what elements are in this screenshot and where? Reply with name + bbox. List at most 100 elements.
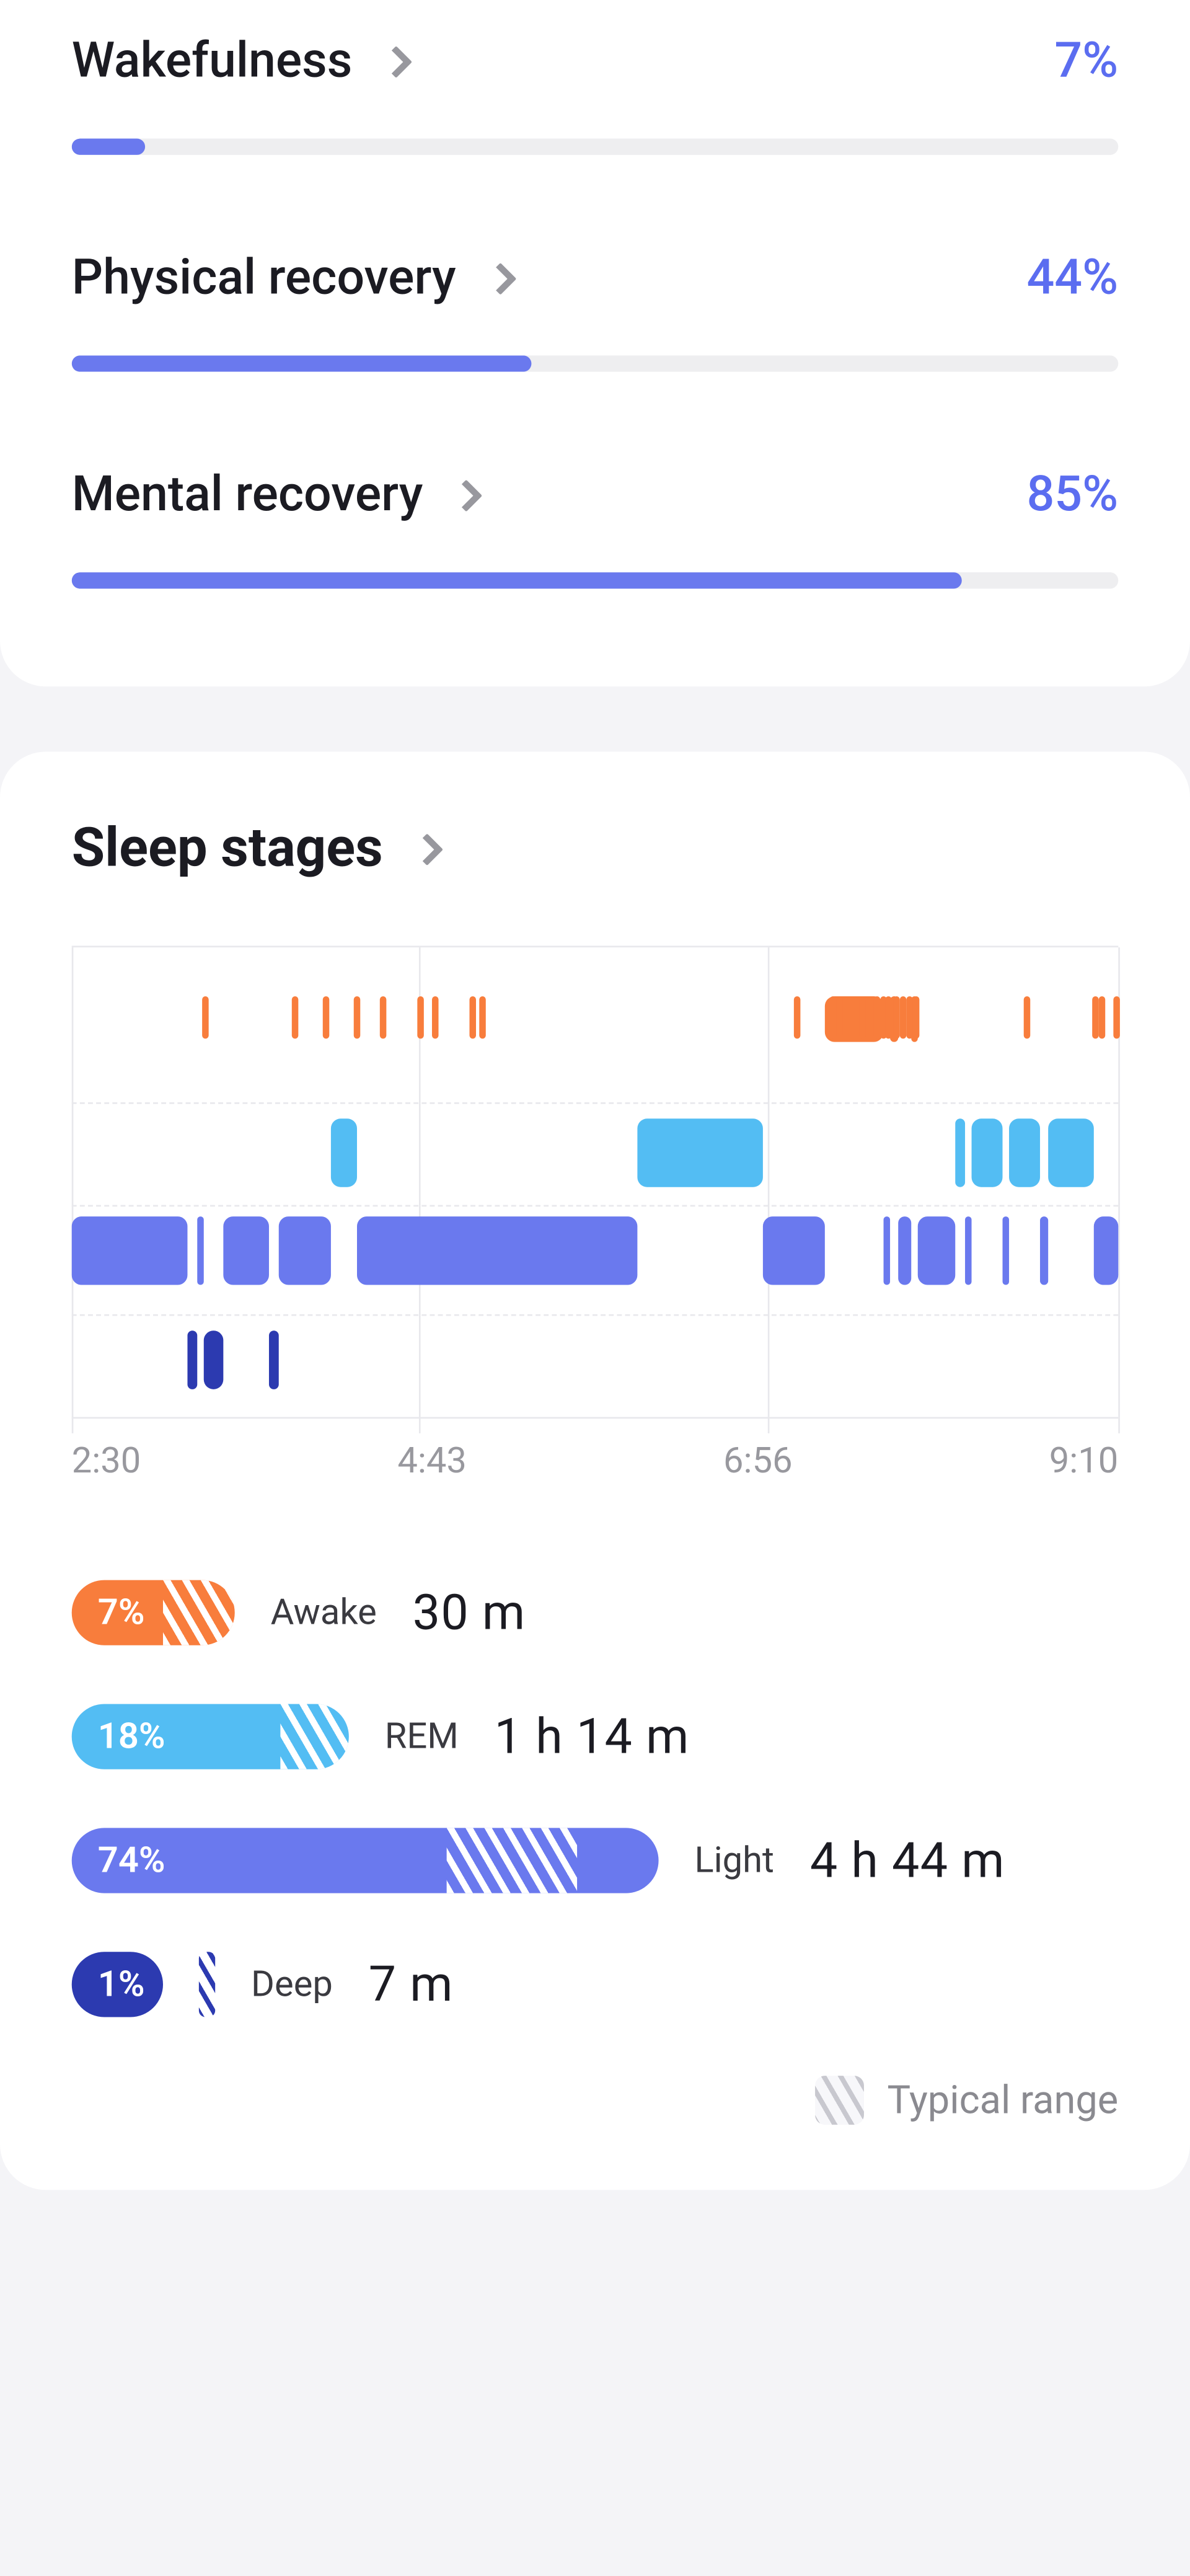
awake-tick [906,996,912,1038]
stage-pct: 1% [72,1964,145,2005]
awake-tick [912,996,919,1038]
stage-duration: 30 m [413,1584,526,1641]
metric-row: Wakefulness 7% [72,33,1119,155]
axis-tick: 4:43 [397,1441,467,1482]
stage-segment-light [917,1216,956,1285]
metric-link[interactable]: Mental recovery [72,466,478,523]
stage-pill: 74% [72,1828,659,1893]
axis-tick: 6:56 [723,1441,793,1482]
stage-segment-rem [1048,1118,1093,1187]
stage-name: REM [385,1716,459,1757]
stage-segment-light [899,1216,911,1285]
stage-name: Light [694,1840,774,1881]
stage-segment-deep [203,1330,223,1389]
stage-duration: 4 h 44 m [810,1832,1005,1889]
stage-duration: 1 h 14 m [495,1708,690,1765]
metric-label: Wakefulness [72,33,353,90]
awake-tick [417,996,424,1038]
sleep-stages-header[interactable]: Sleep stages [72,817,1119,881]
progress-track [72,139,1119,155]
progress-fill [72,139,145,155]
stage-segment-light [1093,1216,1119,1285]
chart-x-axis: 2:30 4:43 6:56 9:10 [72,1441,1119,1482]
awake-tick [849,996,856,1038]
stage-segment-light [72,1216,187,1285]
stage-segment-deep [187,1330,197,1389]
stage-breakdown-row: 18% REM 1 h 14 m [72,1704,1119,1769]
awake-tick [381,996,387,1038]
progress-track [72,572,1119,588]
awake-tick [203,996,209,1038]
metric-link[interactable]: Physical recovery [72,249,511,306]
stage-segment-rem [956,1118,964,1187]
progress-fill [72,355,532,371]
stage-segment-deep [268,1330,279,1389]
stage-breakdown-row: 74% Light 4 h 44 m [72,1828,1119,1893]
typical-range-hatch [199,1952,215,2017]
typical-range-hatch [447,1828,577,1893]
awake-tick [859,996,866,1038]
stage-breakdown-list: 7% Awake 30 m 18% REM 1 h 14 m 74% Light 4 h 4… [72,1580,1119,2017]
metric-row: Physical recovery 44% [72,249,1119,371]
metrics-card: Wakefulness 7% Physical recovery 44% Men… [0,0,1190,686]
progress-fill [72,572,961,588]
stage-pct: 7% [72,1592,145,1633]
typical-range-legend: Typical range [72,2076,1119,2125]
chevron-right-icon [411,833,443,865]
stage-segment-light [964,1216,972,1285]
stage-name: Deep [251,1964,333,2005]
stage-breakdown-row: 7% Awake 30 m [72,1580,1119,1645]
stage-name: Awake [271,1592,377,1633]
stage-segment-rem [637,1118,763,1187]
awake-tick [1113,996,1120,1038]
stage-segment-light [279,1216,330,1285]
stage-segment-light [224,1216,269,1285]
legend-label: Typical range [887,2078,1118,2123]
sleep-stage-chart [72,945,1119,1419]
awake-tick [1024,996,1031,1038]
stage-pill: 1% [72,1952,163,2017]
stage-segment-light [197,1216,203,1285]
stage-segment-light [1003,1216,1010,1285]
stage-pill: 7% [72,1580,235,1645]
metric-value: 44% [1026,249,1118,306]
chevron-right-icon [484,262,516,294]
stage-segment-light [358,1216,637,1285]
awake-tick [879,996,886,1038]
awake-tick [433,996,439,1038]
awake-tick [355,996,361,1038]
awake-tick [794,996,801,1038]
stage-segment-rem [972,1118,1003,1187]
stage-segment-light [762,1216,825,1285]
stage-pct: 74% [72,1840,165,1881]
awake-tick [480,996,487,1038]
stage-pill: 18% [72,1704,349,1769]
awake-tick [893,996,900,1038]
awake-tick [899,996,906,1038]
metric-value: 85% [1026,466,1118,523]
awake-tick [873,996,880,1038]
chevron-right-icon [451,479,483,511]
metric-link[interactable]: Wakefulness [72,33,408,90]
metric-label: Physical recovery [72,249,456,306]
awake-tick [1100,996,1106,1038]
typical-range-hatch [163,1580,235,1645]
chevron-right-icon [380,45,412,77]
stage-segment-rem [330,1118,358,1187]
awake-tick [1092,996,1099,1038]
axis-tick: 9:10 [1049,1441,1119,1482]
hatch-swatch-icon [816,2076,865,2125]
awake-tick [835,996,842,1038]
stage-pct: 18% [72,1716,165,1757]
stage-segment-light [883,1216,890,1285]
progress-track [72,355,1119,371]
axis-tick: 2:30 [72,1441,141,1482]
awake-tick [323,996,330,1038]
awake-tick [291,996,298,1038]
awake-tick [865,996,872,1038]
stage-segment-light [1040,1216,1048,1285]
stage-segment-rem [1010,1118,1040,1187]
metric-label: Mental recovery [72,466,423,523]
sleep-stages-card: Sleep stages 2:30 4:43 6:56 9:10 7% Awake 30 … [0,751,1190,2190]
stage-duration: 7 m [369,1956,454,2013]
